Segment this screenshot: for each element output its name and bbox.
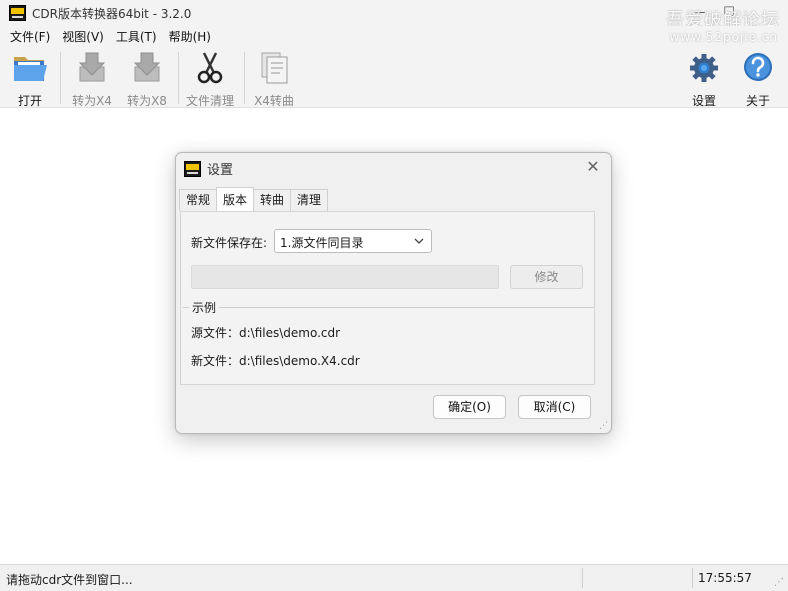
file-clean-label: 文件清理 (185, 94, 234, 108)
file-clean-button[interactable]: 文件清理 (185, 51, 235, 109)
tab-version[interactable]: 版本 (216, 187, 255, 211)
cancel-button[interactable]: 取消(C) (518, 395, 591, 419)
menu-tools[interactable]: 工具(T) (110, 26, 163, 48)
menu-view[interactable]: 视图(V) (56, 26, 110, 48)
chevron-down-icon (414, 238, 424, 244)
convert-x4-label: 转为X4 (72, 94, 112, 108)
status-separator (582, 568, 583, 588)
about-button[interactable]: 关于 (738, 51, 778, 109)
settings-button[interactable]: 设置 (684, 51, 724, 109)
watermark-url: www.52pojie.cn (669, 30, 778, 44)
tab-curve[interactable]: 转曲 (253, 189, 292, 211)
tab-clean[interactable]: 清理 (290, 189, 329, 211)
open-button[interactable]: 打开 (9, 51, 51, 109)
toolbar-separator (244, 52, 245, 104)
close-icon[interactable]: ✕ (583, 157, 603, 177)
toolbar-separator (60, 52, 61, 104)
convert-x4-button[interactable]: 转为X4 (71, 51, 113, 109)
convert-x8-label: 转为X8 (127, 94, 167, 108)
app-logo-icon (184, 161, 201, 177)
documents-icon (261, 52, 288, 84)
tab-general[interactable]: 常规 (179, 189, 218, 211)
tab-strip: 常规 版本 转曲 清理 (179, 187, 329, 211)
menu-file[interactable]: 文件(F) (4, 26, 56, 48)
save-path-field (191, 265, 499, 289)
menu-help[interactable]: 帮助(H) (163, 26, 217, 48)
status-message: 请拖动cdr文件到窗口... (6, 573, 133, 587)
folder-open-icon (14, 57, 47, 81)
status-separator (692, 568, 693, 588)
example-group: 示例 源文件：d:\files\demo.cdr 新文件：d:\files\de… (183, 299, 594, 383)
resize-grip-icon[interactable]: ⋰ (774, 577, 784, 588)
settings-dialog: 设置 ✕ 常规 版本 转曲 清理 新文件保存在: 1.源文件同目录 修改 示例 … (175, 152, 612, 434)
example-legend: 示例 (189, 299, 220, 316)
version-tab-panel: 新文件保存在: 1.源文件同目录 修改 示例 源文件：d:\files\demo… (180, 211, 595, 385)
toolbar-separator (178, 52, 179, 104)
example-source-file: 源文件：d:\files\demo.cdr (191, 326, 341, 340)
example-new-file: 新文件：d:\files\demo.X4.cdr (191, 354, 360, 368)
resize-grip-icon[interactable]: ⋰ (599, 421, 608, 431)
window-title: CDR版本转换器64bit - 3.2.0 (32, 7, 192, 21)
app-logo-icon (9, 5, 26, 21)
convert-down-arrow-icon (133, 52, 161, 82)
status-bar: 请拖动cdr文件到窗口... 17:55:57 ⋰ (0, 564, 788, 591)
toolbar: 打开 转为X4 转为X8 文件清理 X4转曲 设置 关于 (0, 48, 788, 108)
open-label: 打开 (17, 94, 42, 108)
status-time: 17:55:57 (698, 571, 752, 585)
scissors-icon (197, 52, 223, 84)
save-location-select[interactable]: 1.源文件同目录 (274, 229, 432, 253)
save-location-label: 新文件保存在: (191, 236, 268, 250)
modify-button[interactable]: 修改 (510, 265, 583, 289)
convert-x8-button[interactable]: 转为X8 (126, 51, 168, 109)
settings-label: 设置 (691, 94, 716, 108)
gear-icon (690, 54, 718, 82)
save-location-value: 1.源文件同目录 (280, 236, 364, 250)
help-icon (744, 53, 772, 81)
title-bar: CDR版本转换器64bit - 3.2.0 — ☐ 吾爱破解论坛 (0, 0, 788, 31)
convert-down-arrow-icon (78, 52, 106, 82)
x4-curve-button[interactable]: X4转曲 (252, 51, 296, 109)
dialog-title: 设置 (207, 163, 234, 178)
x4-curve-label: X4转曲 (254, 94, 294, 108)
about-label: 关于 (745, 94, 770, 108)
ok-button[interactable]: 确定(O) (433, 395, 506, 419)
